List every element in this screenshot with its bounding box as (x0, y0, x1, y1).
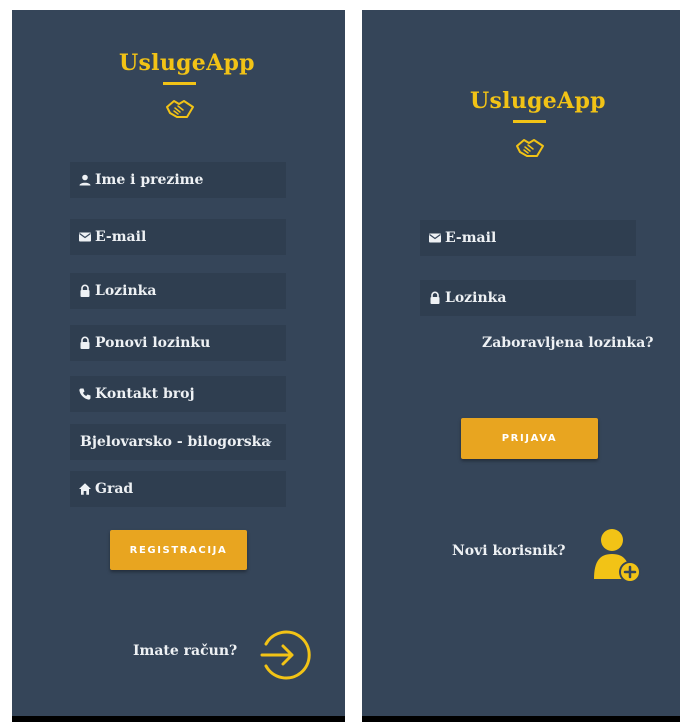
title-underline (513, 120, 546, 123)
app-title: UslugeApp (119, 50, 255, 76)
password-placeholder: Lozinka (445, 290, 507, 306)
app-title: UslugeApp (470, 88, 606, 114)
login-arrow-icon[interactable] (258, 628, 312, 682)
system-nav-bar (362, 716, 680, 722)
name-placeholder: Ime i prezime (95, 172, 204, 188)
chevron-down-icon (266, 441, 272, 445)
mail-icon (428, 231, 442, 245)
login-screen: UslugeApp E-mail Lozinka Zaboravljena lo… (362, 10, 680, 722)
home-icon (78, 482, 92, 496)
phone-field[interactable]: Kontakt broj (70, 376, 286, 412)
handshake-icon (166, 100, 194, 118)
phone-icon (78, 387, 92, 401)
person-icon (78, 173, 92, 187)
phone-placeholder: Kontakt broj (95, 386, 195, 402)
lock-icon (428, 291, 442, 305)
login-button[interactable]: PRIJAVA (461, 418, 598, 459)
add-user-icon[interactable] (592, 527, 642, 585)
password-placeholder: Lozinka (95, 283, 157, 299)
name-field[interactable]: Ime i prezime (70, 162, 286, 198)
email-field[interactable]: E-mail (70, 219, 286, 255)
mail-icon (78, 230, 92, 244)
password-field[interactable]: Lozinka (420, 280, 636, 316)
forgot-password-link[interactable]: Zaboravljena lozinka? (482, 335, 654, 351)
lock-icon (78, 336, 92, 350)
county-selected-value: Bjelovarsko - bilogorska (80, 434, 271, 450)
city-placeholder: Grad (95, 481, 134, 497)
have-account-text[interactable]: Imate račun? (133, 643, 237, 659)
email-placeholder: E-mail (445, 230, 497, 246)
repeat-password-placeholder: Ponovi lozinku (95, 335, 211, 351)
password-field[interactable]: Lozinka (70, 273, 286, 309)
register-screen: UslugeApp Ime i prezime E-mail Lozinka P… (12, 10, 345, 722)
city-field[interactable]: Grad (70, 471, 286, 507)
title-underline (163, 82, 196, 85)
register-button[interactable]: REGISTRACIJA (110, 530, 247, 570)
new-user-text[interactable]: Novi korisnik? (452, 543, 565, 559)
county-select[interactable]: Bjelovarsko - bilogorska (70, 424, 286, 460)
system-nav-bar (12, 716, 345, 722)
email-placeholder: E-mail (95, 229, 147, 245)
email-field[interactable]: E-mail (420, 220, 636, 256)
lock-icon (78, 284, 92, 298)
handshake-icon (516, 139, 544, 157)
repeat-password-field[interactable]: Ponovi lozinku (70, 325, 286, 361)
